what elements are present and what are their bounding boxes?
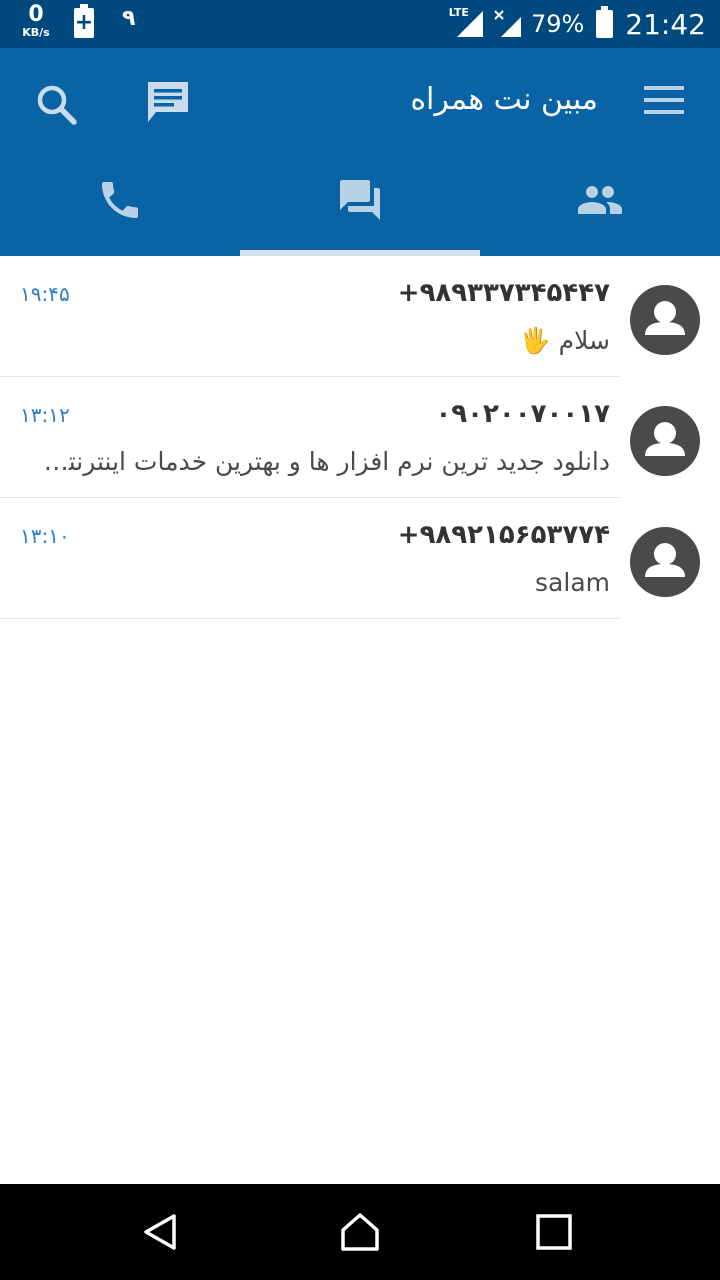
battery-icon bbox=[596, 6, 614, 38]
app-title: مبین نت همراه bbox=[410, 82, 598, 117]
system-navigation-bar bbox=[0, 1184, 720, 1280]
tab-calls[interactable] bbox=[0, 152, 240, 256]
status-bar: 0 KB/s + ۹ LTE 79% 21:42 bbox=[0, 0, 720, 48]
tab-contacts[interactable] bbox=[480, 152, 720, 256]
avatar bbox=[630, 285, 700, 355]
battery-percent: 79% bbox=[530, 10, 585, 38]
conversation-list: +۹۸۹۳۳۷۳۴۵۴۴۷ سلام 🖐 ۱۹:۴۵ ۰۹۰۲۰۰۷۰۰۱۷ د… bbox=[0, 256, 720, 619]
message-preview-text: سلام bbox=[558, 326, 610, 355]
app-bar: مبین نت همراه bbox=[0, 48, 720, 256]
raised-hand-emoji: 🖐 bbox=[519, 326, 551, 355]
network-speed: 0 KB/s bbox=[16, 2, 56, 39]
message-preview: salam bbox=[535, 568, 610, 597]
sender-number: +۹۸۹۲۱۵۶۵۳۷۷۴ bbox=[397, 520, 610, 550]
compose-message-icon[interactable] bbox=[144, 78, 192, 126]
tab-bar bbox=[0, 152, 720, 256]
divider bbox=[0, 618, 620, 619]
person-icon bbox=[645, 422, 685, 456]
avatar bbox=[630, 527, 700, 597]
home-icon[interactable] bbox=[340, 1212, 380, 1252]
network-speed-value: 0 bbox=[28, 2, 44, 27]
sender-number: ۰۹۰۲۰۰۷۰۰۱۷ bbox=[435, 399, 610, 429]
network-speed-unit: KB/s bbox=[22, 26, 50, 39]
person-icon bbox=[645, 543, 685, 577]
back-icon[interactable] bbox=[140, 1212, 180, 1252]
clock: 21:42 bbox=[625, 7, 706, 41]
menu-icon[interactable] bbox=[644, 86, 684, 120]
conversation-item[interactable]: ۰۹۰۲۰۰۷۰۰۱۷ دانلود جدید ترین نرم افزار ه… bbox=[0, 377, 720, 498]
phone-icon bbox=[102, 182, 138, 218]
avatar bbox=[630, 406, 700, 476]
message-preview: دانلود جدید ترین نرم افزار ها و بهترین خ… bbox=[30, 447, 610, 476]
recent-apps-icon[interactable] bbox=[534, 1212, 574, 1252]
tab-messages[interactable] bbox=[240, 152, 480, 256]
notification-digit: ۹ bbox=[122, 6, 136, 31]
contacts-icon bbox=[578, 186, 622, 214]
sender-number: +۹۸۹۳۳۷۳۴۵۴۴۷ bbox=[397, 278, 610, 308]
signal-no-service-icon bbox=[494, 10, 521, 37]
message-time: ۱۹:۴۵ bbox=[20, 282, 70, 306]
message-preview: سلام 🖐 bbox=[520, 326, 610, 356]
person-icon bbox=[645, 301, 685, 335]
chat-icon bbox=[340, 180, 380, 220]
conversation-item[interactable]: +۹۸۹۳۳۷۳۴۵۴۴۷ سلام 🖐 ۱۹:۴۵ bbox=[0, 256, 720, 377]
network-type: LTE bbox=[448, 5, 469, 19]
battery-saver-icon: + bbox=[74, 4, 94, 38]
message-time: ۱۳:۱۰ bbox=[20, 524, 70, 548]
message-time: ۱۳:۱۲ bbox=[20, 403, 70, 427]
conversation-item[interactable]: +۹۸۹۲۱۵۶۵۳۷۷۴ salam ۱۳:۱۰ bbox=[0, 498, 720, 619]
search-icon[interactable] bbox=[32, 80, 80, 128]
